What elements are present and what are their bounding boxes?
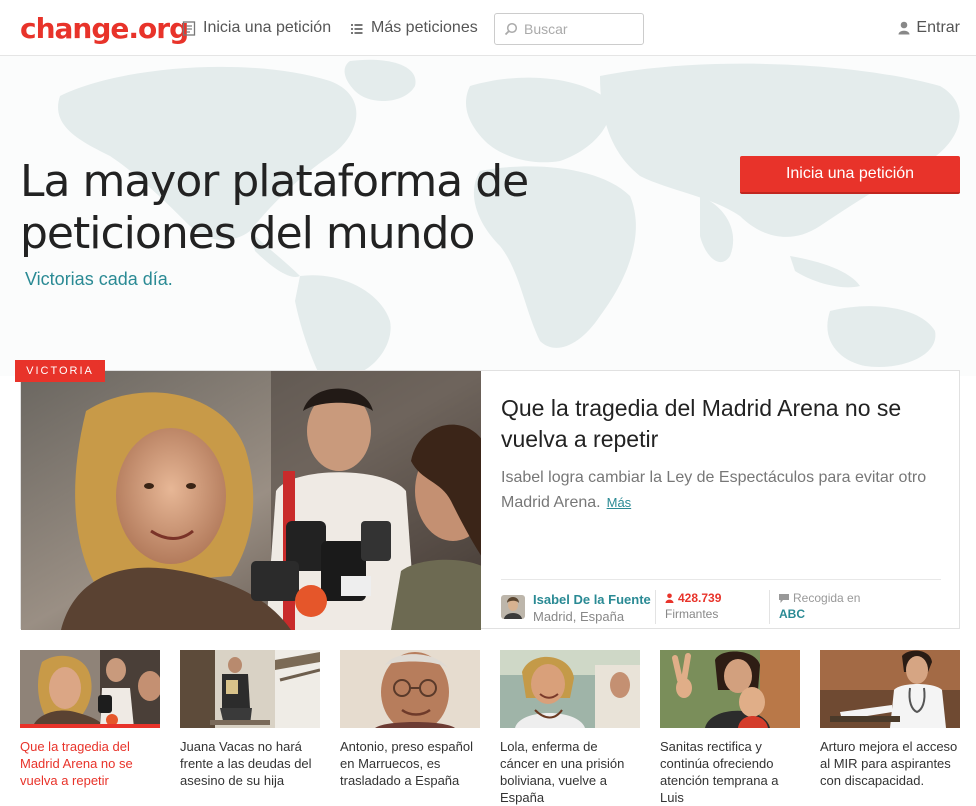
- press-label-text: Recogida en: [793, 591, 861, 605]
- thumbnail-item[interactable]: Arturo mejora el acceso al MIR para aspi…: [820, 650, 960, 789]
- user-icon: [898, 21, 910, 35]
- thumbnail-item[interactable]: Que la tragedia del Madrid Arena no se v…: [20, 650, 160, 789]
- featured-description-text: Isabel logra cambiar la Ley de Espectácu…: [501, 469, 927, 511]
- thumbnail-image: [660, 650, 800, 728]
- search-input[interactable]: [524, 21, 634, 37]
- thumbnail-image: [20, 650, 160, 728]
- author-photo: [501, 595, 525, 619]
- nav-start-label: Inicia una petición: [203, 19, 332, 36]
- thumbnail-image: [820, 650, 960, 728]
- victory-badge: VICTORIA: [15, 360, 105, 382]
- hero-section: La mayor plataforma de peticiones del mu…: [0, 56, 976, 376]
- thumbnail-caption: Que la tragedia del Madrid Arena no se v…: [20, 739, 133, 788]
- press-conference-image: [21, 371, 481, 630]
- featured-description: Isabel logra cambiar la Ley de Espectácu…: [501, 465, 941, 515]
- victories-carousel: Que la tragedia del Madrid Arena no se v…: [20, 650, 976, 806]
- start-petition-button[interactable]: Inicia una petición: [740, 156, 960, 194]
- thumbnail-item[interactable]: Juana Vacas no hará frente a las deudas …: [180, 650, 320, 789]
- list-icon: [351, 23, 363, 34]
- meta-divider: [655, 590, 656, 624]
- thumbnail-image: [500, 650, 640, 728]
- nav-more-label: Más peticiones: [371, 19, 478, 36]
- document-icon: [182, 20, 196, 36]
- featured-photo[interactable]: [21, 371, 481, 630]
- featured-meta: Isabel De la Fuente Madrid, España 428.7…: [501, 579, 941, 625]
- hero-subtitle[interactable]: Victorias cada día.: [25, 269, 173, 290]
- man-portrait-thumb: [340, 650, 480, 728]
- signature-label: Firmantes: [665, 607, 719, 621]
- speech-bubble-icon: [779, 593, 789, 603]
- thumbnail-item[interactable]: Sanitas rectifica y continúa ofreciendo …: [660, 650, 800, 806]
- thumbnail-caption: Lola, enferma de cáncer en una prisión b…: [500, 739, 625, 805]
- author-location: Madrid, España: [533, 609, 625, 624]
- more-link[interactable]: Más: [607, 495, 632, 510]
- thumbnail-caption: Arturo mejora el acceso al MIR para aspi…: [820, 739, 958, 788]
- person-icon: [665, 593, 674, 603]
- woman-seated-thumb: [180, 650, 320, 728]
- nav-more-petitions[interactable]: Más peticiones: [350, 19, 478, 37]
- nav-start-petition[interactable]: Inicia una petición: [182, 19, 331, 37]
- hero-title: La mayor plataforma de peticiones del mu…: [20, 156, 529, 259]
- featured-title[interactable]: Que la tragedia del Madrid Arena no se v…: [501, 393, 941, 455]
- thumbnail-image: [180, 650, 320, 728]
- logo[interactable]: change.org: [20, 12, 189, 45]
- thumbnail-item[interactable]: Lola, enferma de cáncer en una prisión b…: [500, 650, 640, 806]
- woman-smiling-thumb: [500, 650, 640, 728]
- avatar[interactable]: [501, 595, 525, 619]
- thumbnail-item[interactable]: Antonio, preso español en Marruecos, es …: [340, 650, 480, 789]
- thumbnail-caption: Juana Vacas no hará frente a las deudas …: [180, 739, 312, 788]
- search-icon: [504, 22, 518, 36]
- search-box[interactable]: [494, 13, 644, 45]
- doctor-thumb: [820, 650, 960, 728]
- press-outlet[interactable]: ABC: [779, 607, 805, 621]
- press-conference-thumb: [20, 650, 160, 724]
- mother-child-thumb: [660, 650, 800, 728]
- login-link[interactable]: Entrar: [898, 19, 960, 37]
- featured-victory-card[interactable]: Que la tragedia del Madrid Arena no se v…: [20, 370, 960, 630]
- signature-count: 428.739: [665, 591, 721, 605]
- login-label: Entrar: [916, 19, 960, 36]
- signature-value: 428.739: [678, 591, 722, 605]
- thumbnail-caption: Antonio, preso español en Marruecos, es …: [340, 739, 473, 788]
- thumbnail-caption: Sanitas rectifica y continúa ofreciendo …: [660, 739, 779, 805]
- meta-divider: [769, 590, 770, 624]
- top-header: change.org Inicia una petición Más petic…: [0, 0, 976, 56]
- thumbnail-image: [340, 650, 480, 728]
- press-coverage-label: Recogida en: [779, 591, 860, 605]
- author-name[interactable]: Isabel De la Fuente: [533, 592, 651, 607]
